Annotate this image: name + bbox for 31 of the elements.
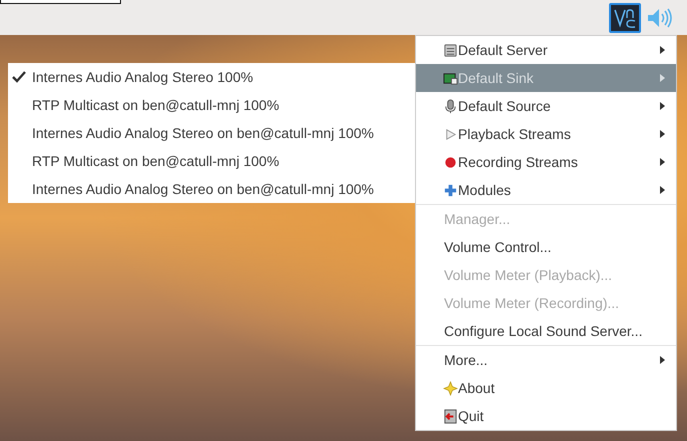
submenu-arrow-icon: [660, 130, 666, 138]
submenu-arrow-icon: [660, 102, 666, 110]
star-icon: [443, 380, 458, 396]
record-icon: [443, 154, 458, 170]
menu-item[interactable]: RTP Multicast on ben@catull-mnj 100%: [8, 91, 415, 119]
submenu-arrow-icon: [660, 46, 666, 54]
menu-item[interactable]: Volume Control...: [416, 233, 676, 261]
menu-item[interactable]: Playback Streams: [416, 120, 676, 148]
menu-item[interactable]: Internes Audio Analog Stereo on ben@catull-mnj 100%: [8, 119, 415, 147]
vnc-icon[interactable]: [609, 2, 641, 32]
menu-item[interactable]: Internes Audio Analog Stereo on ben@catull-mnj 100%: [8, 175, 415, 203]
menu-item[interactable]: Default Server: [416, 36, 676, 64]
menu-item[interactable]: RTP Multicast on ben@catull-mnj 100%: [8, 147, 415, 175]
menu-item[interactable]: More...: [416, 346, 676, 374]
server-icon: [443, 42, 458, 58]
menu-item[interactable]: Recording Streams: [416, 148, 676, 176]
submenu-arrow-icon: [660, 356, 666, 364]
sound-card-icon: [443, 70, 458, 86]
menu-item[interactable]: Internes Audio Analog Stereo 100%: [8, 63, 415, 91]
check-icon: [12, 71, 26, 83]
menu-item[interactable]: Quit: [416, 402, 676, 430]
submenu-arrow-icon: [660, 158, 666, 166]
menu-item[interactable]: Configure Local Sound Server...: [416, 317, 676, 345]
menu-item[interactable]: Modules: [416, 176, 676, 204]
menu-item[interactable]: Default Source: [416, 92, 676, 120]
exit-icon: [443, 408, 458, 424]
plus-icon: [443, 182, 458, 198]
menu-item[interactable]: About: [416, 374, 676, 402]
submenu-arrow-icon: [660, 74, 666, 82]
microphone-icon: [443, 98, 458, 114]
submenu-arrow-icon: [660, 186, 666, 194]
